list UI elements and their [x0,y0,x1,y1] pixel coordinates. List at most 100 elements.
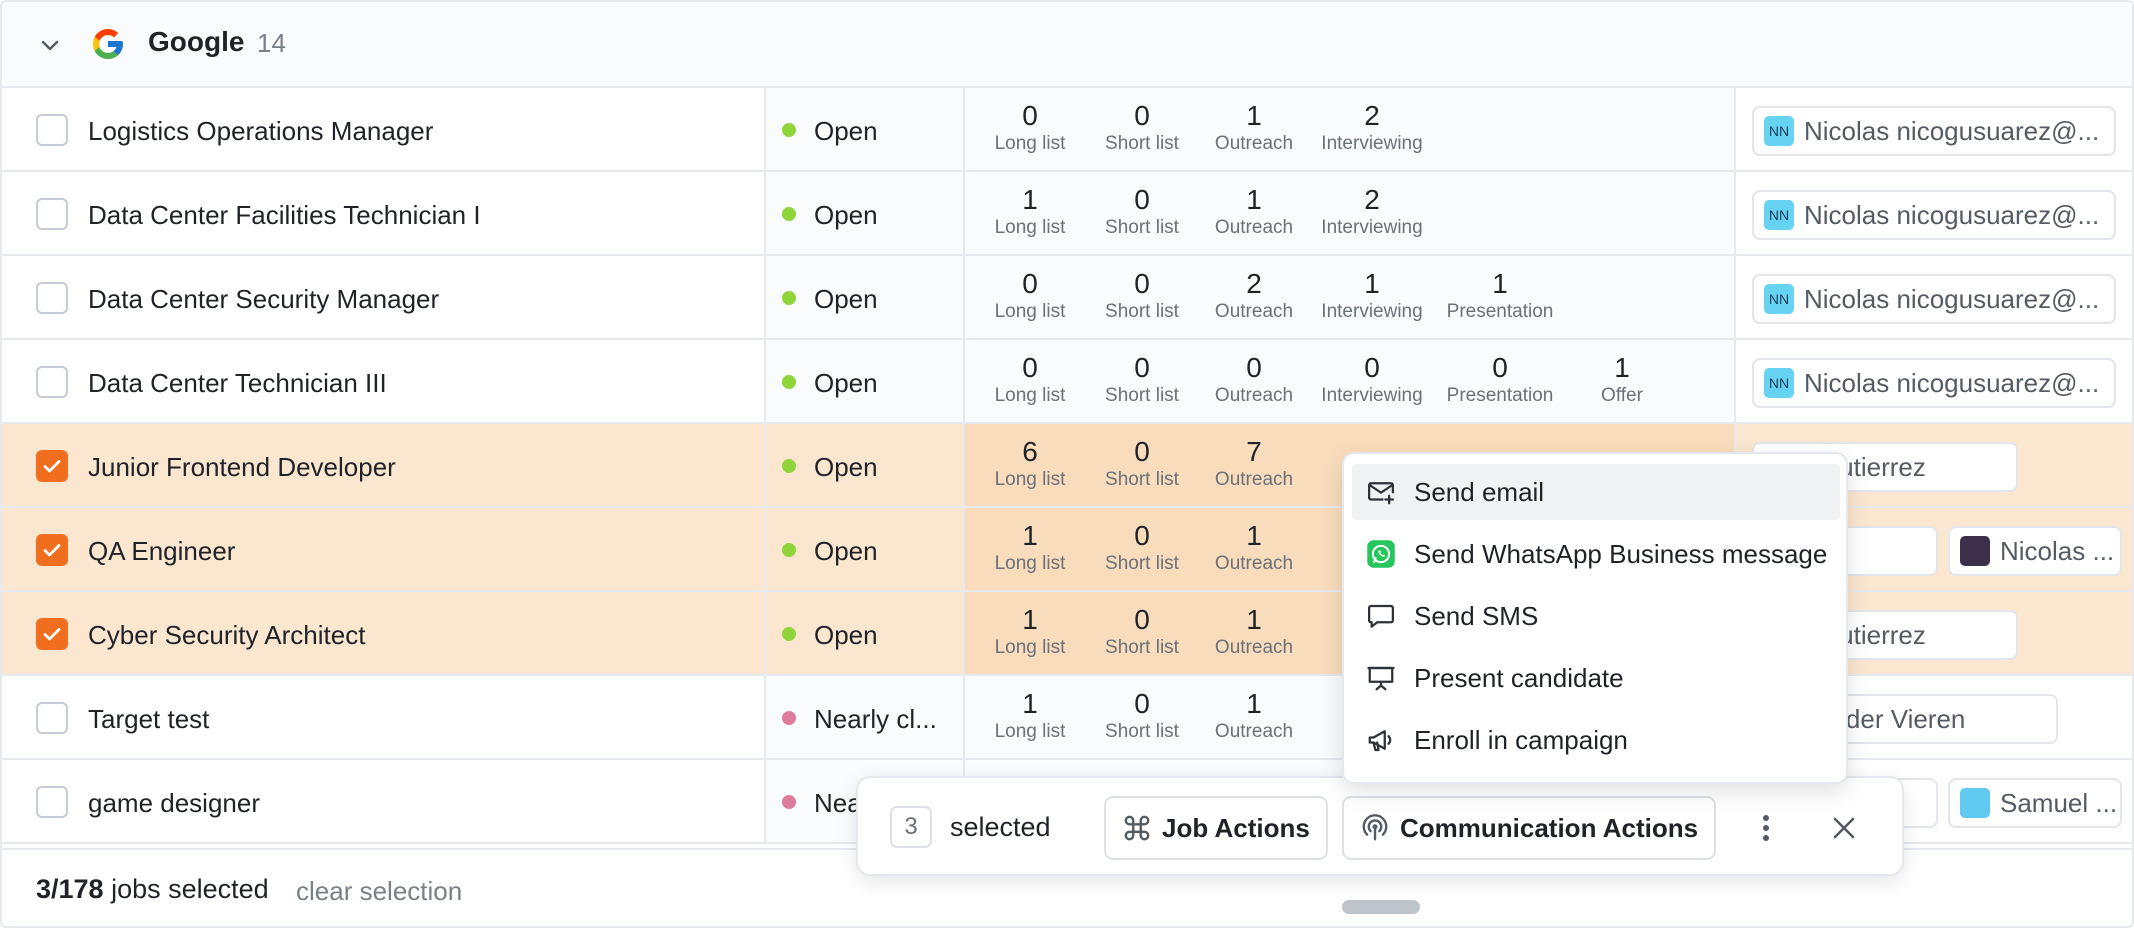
pipeline-stage[interactable]: 2 Interviewing [1312,100,1432,156]
communication-actions-button[interactable]: Communication Actions [1342,796,1717,860]
stage-count: 7 [1246,436,1262,467]
owner-chip-secondary[interactable]: Nicolas ... [1948,526,2122,576]
job-title[interactable]: Junior Frontend Developer [88,452,396,483]
pipeline-stage[interactable]: 0 Short list [1082,100,1202,156]
job-title[interactable]: QA Engineer [88,536,235,567]
stage-label: Outreach [1214,637,1294,658]
clear-selection-link[interactable]: clear selection [296,876,462,907]
status-text: Open [814,284,878,314]
pipeline-stage[interactable]: 2 Interviewing [1312,184,1432,240]
pipeline-stage[interactable]: 1 Long list [970,688,1090,744]
pipeline-stage[interactable]: 1 Long list [970,520,1090,576]
stage-label: Outreach [1214,553,1294,574]
pipeline-stage[interactable]: 6 Long list [970,436,1090,492]
stage-count: 0 [1134,604,1150,635]
row-checkbox[interactable] [36,786,68,818]
column-divider [963,592,965,676]
pipeline-stage[interactable]: 1 Outreach [1194,688,1314,744]
close-icon[interactable] [1824,808,1864,848]
owner-chip[interactable]: NN Nicolas nicogusuarez@... [1752,190,2116,240]
job-title[interactable]: Target test [88,704,209,735]
group-header-google[interactable]: Google 14 [2,2,2132,88]
owner-chip[interactable]: NN Nicolas nicogusuarez@... [1752,274,2116,324]
pipeline-stage[interactable]: 0 Short list [1082,604,1202,660]
row-checkbox[interactable] [36,282,68,314]
pipeline-stage[interactable]: 1 Outreach [1194,100,1314,156]
pipeline-stage[interactable]: 0 Interviewing [1312,352,1432,408]
row-checkbox[interactable] [36,366,68,398]
table-row[interactable]: Data Center Technician III Open 0 Long list… [2,340,2132,424]
pipeline-stage[interactable]: 7 Outreach [1194,436,1314,492]
stage-count: 1 [1022,520,1038,551]
pipeline-stage[interactable]: 0 Short list [1082,520,1202,576]
status-text: Nea [814,788,862,818]
table-row[interactable]: Data Center Security Manager Open 0 Long li… [2,256,2132,340]
row-checkbox[interactable] [36,114,68,146]
pipeline-stage[interactable]: 0 Long list [970,352,1090,408]
command-icon [1124,815,1150,841]
stage-label: Short list [1105,301,1179,322]
pipeline-stage[interactable]: 0 Short list [1082,688,1202,744]
pipeline-stage[interactable]: 0 Long list [970,100,1090,156]
stage-label: Interviewing [1321,133,1423,154]
pipeline-stage[interactable]: 1 Long list [970,604,1090,660]
jobs-table: Google 14 Logistics Operations Manager Op… [0,0,2134,928]
pipeline-stage[interactable]: 0 Short list [1082,268,1202,324]
group-name: Google [148,26,245,57]
menu-item-send-sms[interactable]: Send SMS [1352,588,1840,644]
pipeline-stage[interactable]: 1 Presentation [1440,268,1560,324]
menu-item-send-email[interactable]: Send email [1352,464,1840,520]
pipeline-stage[interactable]: 1 Outreach [1194,184,1314,240]
pipeline-stage[interactable]: 0 Outreach [1194,352,1314,408]
pipeline-stage[interactable]: 0 Short list [1082,436,1202,492]
pipeline-stage[interactable]: 0 Short list [1082,184,1202,240]
table-row[interactable]: Data Center Facilities Technician I Open 1… [2,172,2132,256]
selected-count-badge: 3 [890,806,932,848]
chevron-down-icon[interactable] [38,34,62,58]
job-title[interactable]: Cyber Security Architect [88,620,365,651]
menu-item-enroll-campaign[interactable]: Enroll in campaign [1352,712,1840,768]
column-divider [764,760,766,844]
column-divider [963,172,965,256]
stage-count: 1 [1246,184,1262,215]
job-title[interactable]: Logistics Operations Manager [88,116,433,147]
table-row[interactable]: Logistics Operations Manager Open 0 Long li… [2,88,2132,172]
job-title[interactable]: Data Center Security Manager [88,284,439,315]
menu-item-send-whatsapp[interactable]: Send WhatsApp Business message [1352,526,1840,582]
stage-label: Offer [1601,385,1643,406]
row-checkbox[interactable] [36,198,68,230]
stage-label: Short list [1105,469,1179,490]
row-checkbox[interactable] [36,534,68,566]
pipeline-stage[interactable]: 1 Interviewing [1312,268,1432,324]
job-title[interactable]: Data Center Technician III [88,368,387,399]
row-checkbox[interactable] [36,618,68,650]
row-checkbox[interactable] [36,450,68,482]
column-divider [1734,172,1736,256]
owner-name: Samuel ... [2000,787,2118,818]
column-divider [1734,256,1736,340]
menu-item-present-candidate[interactable]: Present candidate [1352,650,1840,706]
pipeline-stage[interactable]: 1 Offer [1562,352,1682,408]
mail-plus-icon [1366,477,1396,507]
pipeline-stage[interactable]: 1 Outreach [1194,520,1314,576]
job-title[interactable]: game designer [88,788,260,819]
owner-chip-secondary[interactable]: Samuel ... [1948,778,2122,828]
pipeline-stage[interactable]: 0 Presentation [1440,352,1560,408]
pipeline-stage[interactable]: 2 Outreach [1194,268,1314,324]
owner-chip[interactable]: NN Nicolas nicogusuarez@... [1752,358,2116,408]
column-divider [963,676,965,760]
drag-handle[interactable] [1342,900,1420,914]
pipeline-stage[interactable]: 0 Short list [1082,352,1202,408]
pipeline-stage[interactable]: 0 Long list [970,268,1090,324]
job-actions-button[interactable]: Job Actions [1104,796,1328,860]
row-checkbox[interactable] [36,702,68,734]
job-title[interactable]: Data Center Facilities Technician I [88,200,481,231]
pipeline-stage[interactable]: 1 Outreach [1194,604,1314,660]
owner-chip[interactable]: NN Nicolas nicogusuarez@... [1752,106,2116,156]
owner-avatar [1960,536,1990,566]
owner-name: Nicolas ... [2000,535,2115,566]
stage-label: Long list [994,217,1066,238]
pipeline-stage[interactable]: 1 Long list [970,184,1090,240]
more-vertical-icon[interactable] [1746,806,1786,850]
stage-count: 0 [1246,352,1262,383]
